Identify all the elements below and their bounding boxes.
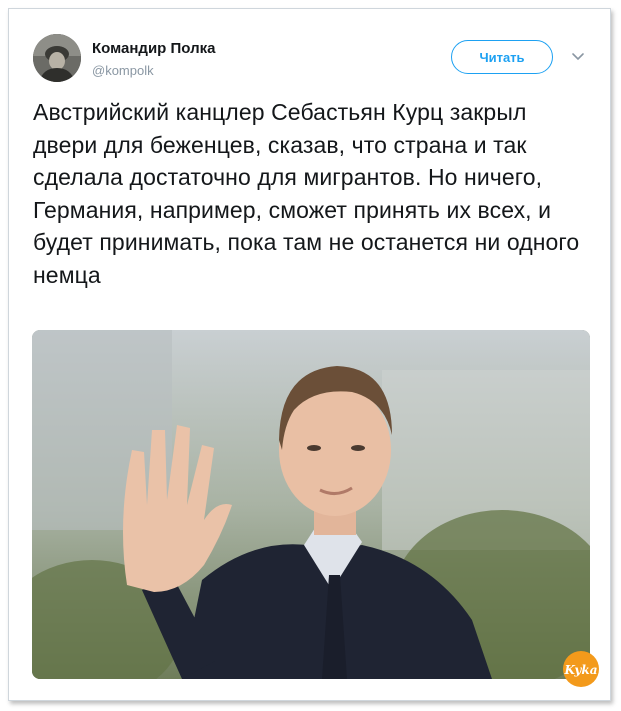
photo-image <box>32 330 590 679</box>
svg-text:Kyka: Kyka <box>564 663 598 677</box>
avatar-image <box>33 34 81 82</box>
author-name[interactable]: Командир Полка <box>92 40 215 57</box>
kyka-logo: Kyka <box>562 650 600 688</box>
tweet-text: Австрийский канцлер Себастьян Курц закры… <box>33 99 580 288</box>
tweet-photo[interactable] <box>32 330 590 679</box>
author-handle[interactable]: @kompolk <box>92 63 154 78</box>
chevron-down-icon[interactable] <box>571 50 585 64</box>
follow-button[interactable]: Читать <box>451 40 553 74</box>
author-avatar[interactable] <box>33 34 81 82</box>
